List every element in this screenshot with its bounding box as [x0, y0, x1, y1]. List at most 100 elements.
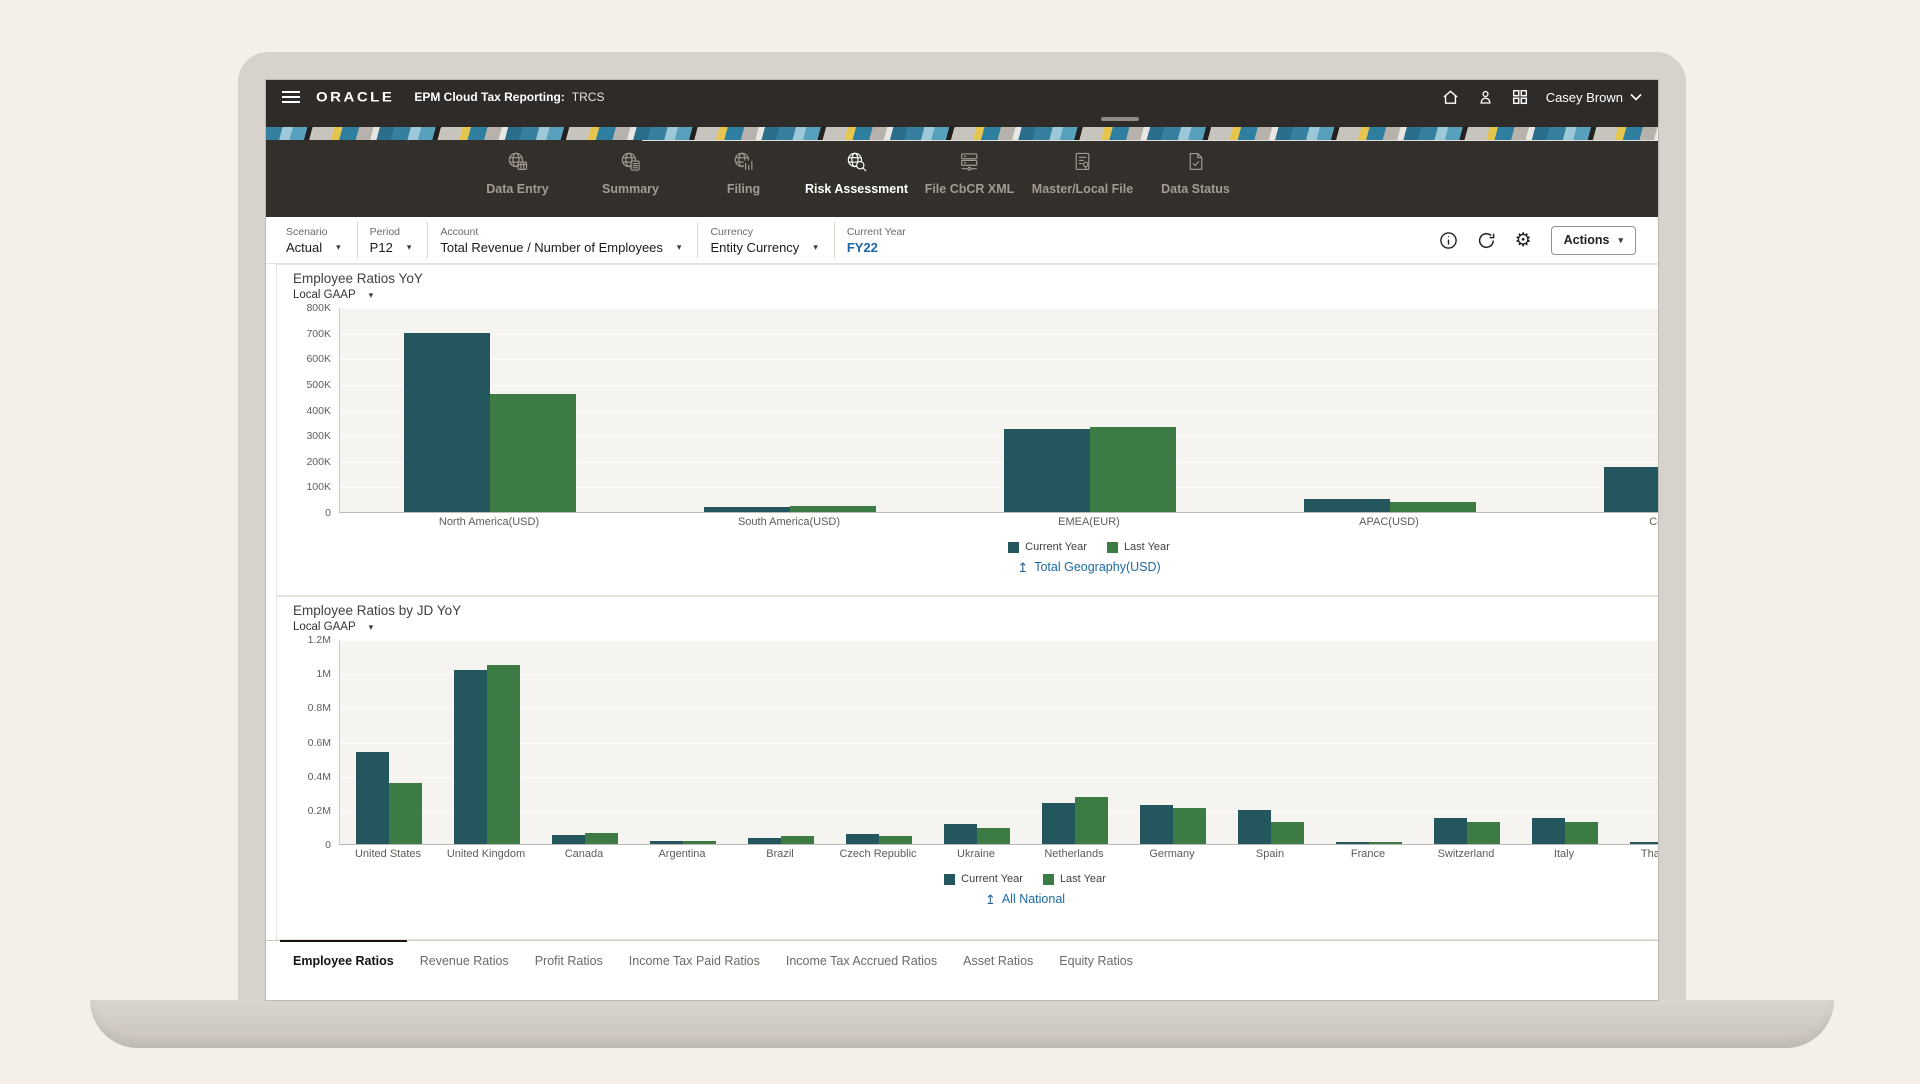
bar-last-year-brazil[interactable] [781, 836, 814, 844]
ribbon-tab-data-entry[interactable]: Data Entry [461, 140, 574, 217]
category-axis: United StatesUnited KingdomCanadaArgenti… [339, 848, 1658, 864]
pov-filter-current-year[interactable]: Current YearFY22 [835, 222, 922, 258]
category-label: Germany [1123, 848, 1221, 860]
category-label: Thailand [1613, 848, 1658, 860]
settings-gear-icon[interactable]: ⚙ [1515, 231, 1532, 250]
bar-current-year-thailand[interactable] [1630, 842, 1658, 844]
bar-last-year-italy[interactable] [1565, 822, 1598, 844]
pov-filter-label: Current Year [847, 226, 906, 238]
drill-link-total-geography[interactable]: ↥ Total Geography(USD) [339, 560, 1658, 574]
bar-last-year-czech-republic[interactable] [879, 836, 912, 844]
bar-last-year-argentina[interactable] [683, 841, 716, 844]
laptop-base [90, 1000, 1834, 1048]
bar-current-year-italy[interactable] [1532, 818, 1565, 844]
ribbon-tab-master-local-file[interactable]: Master/Local File [1026, 140, 1139, 217]
bar-current-year-france[interactable] [1336, 842, 1369, 844]
decorative-mosaic-strip [266, 114, 1658, 140]
chevron-down-icon [1630, 93, 1642, 101]
category-label: Ukraine [927, 848, 1025, 860]
bar-last-year-ukraine[interactable] [977, 828, 1010, 844]
bar-current-year-united-states[interactable] [356, 752, 389, 844]
app-grid-icon[interactable] [1511, 88, 1529, 106]
bar-current-year-ukraine[interactable] [944, 824, 977, 845]
globe-bars-icon [733, 151, 755, 173]
home-icon[interactable] [1441, 88, 1460, 106]
tab-asset-ratios[interactable]: Asset Ratios [950, 941, 1046, 981]
tab-revenue-ratios[interactable]: Revenue Ratios [407, 941, 522, 981]
user-menu[interactable]: Casey Brown [1546, 90, 1642, 105]
bar-last-year-south-america-usd-[interactable] [790, 506, 876, 512]
tab-employee-ratios[interactable]: Employee Ratios [280, 941, 407, 981]
legend-item-current-year: Current Year [1008, 541, 1087, 553]
bar-last-year-united-states[interactable] [389, 783, 422, 845]
bar-last-year-north-america-usd-[interactable] [490, 394, 576, 512]
tab-profit-ratios[interactable]: Profit Ratios [522, 941, 616, 981]
tab-equity-ratios[interactable]: Equity Ratios [1046, 941, 1146, 981]
bar-current-year-corporate-usd-[interactable] [1604, 467, 1658, 512]
person-icon[interactable] [1477, 88, 1494, 106]
y-axis-tick: 500K [306, 379, 331, 391]
bar-current-year-united-kingdom[interactable] [454, 670, 487, 844]
pov-filter-scenario[interactable]: ScenarioActual▾ [284, 222, 358, 258]
bar-current-year-emea-eur-[interactable] [1004, 429, 1090, 512]
bar-current-year-switzerland[interactable] [1434, 818, 1467, 844]
bar-current-year-argentina[interactable] [650, 841, 683, 844]
bar-last-year-switzerland[interactable] [1467, 822, 1500, 844]
bar-current-year-brazil[interactable] [748, 838, 781, 844]
category-label: Czech Republic [829, 848, 927, 860]
chart-legend: Current YearLast Year [339, 873, 1658, 885]
bar-last-year-canada[interactable] [585, 833, 618, 844]
legend-item-last-year: Last Year [1107, 541, 1170, 553]
ribbon-tab-summary[interactable]: Summary [574, 140, 687, 217]
tab-income-tax-paid-ratios[interactable]: Income Tax Paid Ratios [616, 941, 773, 981]
y-axis-tick: 300K [306, 430, 331, 442]
bar-last-year-spain[interactable] [1271, 822, 1304, 844]
y-axis-tick: 1M [316, 668, 331, 680]
bar-current-year-czech-republic[interactable] [846, 834, 879, 844]
actions-button[interactable]: Actions ▾ [1551, 226, 1636, 255]
category-label: Spain [1221, 848, 1319, 860]
bar-current-year-apac-usd-[interactable] [1304, 499, 1390, 512]
drill-up-icon: ↥ [1017, 561, 1028, 574]
y-axis: 1.2M1M0.8M0.6M0.4M0.2M0 [293, 640, 339, 845]
bar-last-year-emea-eur-[interactable] [1090, 427, 1176, 512]
bottom-tab-bar: Employee RatiosRevenue RatiosProfit Rati… [266, 940, 1658, 981]
tab-income-tax-accrued-ratios[interactable]: Income Tax Accrued Ratios [773, 941, 950, 981]
bar-last-year-france[interactable] [1369, 842, 1402, 844]
gaap-selector[interactable]: Local GAAP ▾ [293, 289, 373, 301]
bar-current-year-canada[interactable] [552, 835, 585, 844]
category-axis: North America(USD)South America(USD)EMEA… [339, 516, 1658, 532]
bar-current-year-netherlands[interactable] [1042, 803, 1075, 844]
ribbon-tab-file-cbcr-xml[interactable]: File CbCR XML [913, 140, 1026, 217]
bar-current-year-germany[interactable] [1140, 805, 1173, 844]
bar-last-year-netherlands[interactable] [1075, 797, 1108, 844]
drill-link-all-national[interactable]: ↥ All National [339, 892, 1658, 906]
hamburger-menu-icon[interactable] [282, 90, 300, 104]
ribbon-tab-label: Risk Assessment [805, 182, 908, 196]
bar-current-year-north-america-usd-[interactable] [404, 333, 490, 512]
bar-current-year-south-america-usd-[interactable] [704, 507, 790, 512]
bar-last-year-united-kingdom[interactable] [487, 665, 520, 844]
ribbon-tab-data-status[interactable]: Data Status [1139, 140, 1252, 217]
plot-area [339, 308, 1658, 513]
y-axis-tick: 1.2M [308, 634, 331, 646]
legend-swatch [1107, 542, 1118, 553]
bar-last-year-germany[interactable] [1173, 808, 1206, 844]
category-label: Italy [1515, 848, 1613, 860]
y-axis-tick: 0.2M [308, 805, 331, 817]
ribbon-tab-filing[interactable]: Filing [687, 140, 800, 217]
bar-current-year-spain[interactable] [1238, 810, 1271, 844]
category-label: Switzerland [1417, 848, 1515, 860]
globe-doc-icon [620, 151, 642, 173]
bar-last-year-apac-usd-[interactable] [1390, 502, 1476, 512]
pov-filter-account[interactable]: AccountTotal Revenue / Number of Employe… [428, 222, 698, 258]
gaap-selector[interactable]: Local GAAP ▾ [293, 621, 373, 633]
pov-filter-label: Account [440, 226, 681, 238]
caret-down-icon: ▾ [369, 622, 374, 633]
pov-filter-period[interactable]: PeriodP12▾ [358, 222, 429, 258]
legend-swatch [1008, 542, 1019, 553]
info-icon[interactable] [1439, 231, 1458, 250]
pov-filter-currency[interactable]: CurrencyEntity Currency▾ [698, 222, 834, 258]
refresh-icon[interactable] [1477, 231, 1496, 250]
ribbon-tab-risk-assessment[interactable]: Risk Assessment [800, 140, 913, 217]
